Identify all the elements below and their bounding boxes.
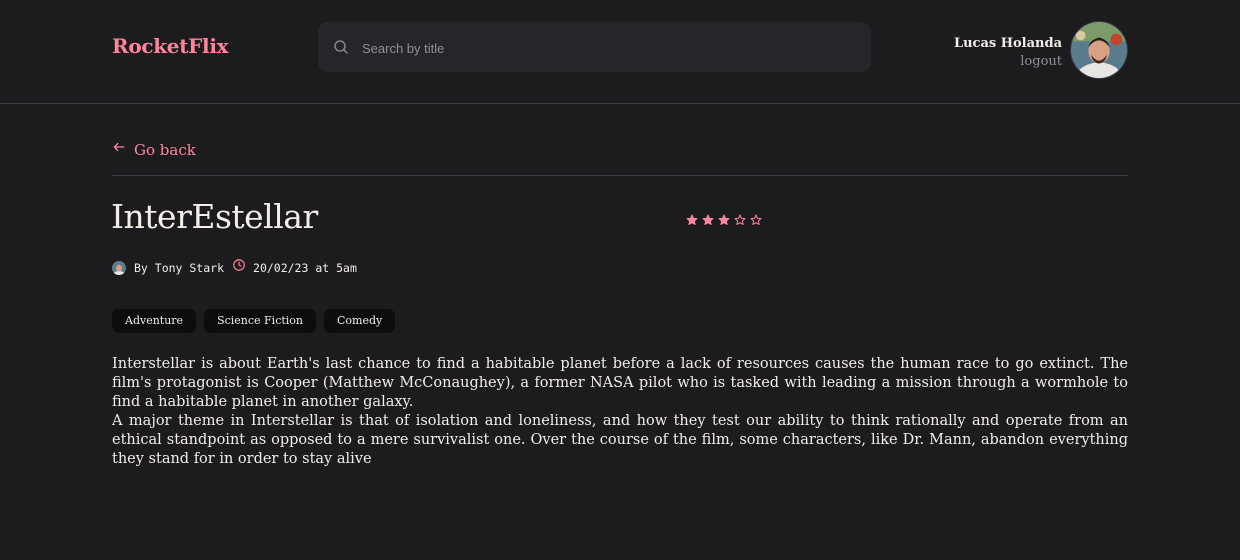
clock-icon xyxy=(233,259,245,271)
post-datetime: 20/02/23 at 5am xyxy=(253,261,357,275)
search-input[interactable] xyxy=(360,22,859,74)
logout-link[interactable]: logout xyxy=(1020,54,1062,69)
search-icon xyxy=(334,40,348,54)
tag: Science Fiction xyxy=(204,309,317,333)
description-paragraph: A major theme in Interstellar is that of… xyxy=(112,413,1128,467)
star-filled-icon xyxy=(718,214,730,225)
movie-title: InterEstellar xyxy=(111,197,318,236)
section-divider xyxy=(112,175,1128,176)
star-outline-icon xyxy=(750,214,762,225)
go-back-link[interactable]: Go back xyxy=(112,141,196,159)
author-avatar xyxy=(112,261,126,275)
movie-description: Interstellar is about Earth's last chanc… xyxy=(112,355,1128,469)
app-logo[interactable]: RocketFlix xyxy=(112,34,229,58)
app-header: RocketFlix Lucas Holanda logout xyxy=(0,0,1240,104)
star-outline-icon xyxy=(734,214,746,225)
go-back-label: Go back xyxy=(134,141,196,159)
tag-list: Adventure Science Fiction Comedy xyxy=(112,309,396,333)
movie-meta: By Tony Stark 20/02/23 at 5am xyxy=(112,259,357,275)
description-paragraph: Interstellar is about Earth's last chanc… xyxy=(112,356,1128,410)
arrow-left-icon xyxy=(113,142,125,152)
star-filled-icon xyxy=(702,214,714,225)
author-name: By Tony Stark xyxy=(134,261,225,275)
tag: Adventure xyxy=(112,309,197,333)
user-name: Lucas Holanda xyxy=(953,36,1062,51)
search-bar[interactable] xyxy=(318,22,871,74)
avatar-photo xyxy=(1071,22,1127,78)
avatar[interactable] xyxy=(1070,21,1128,79)
star-rating xyxy=(686,214,762,226)
tag: Comedy xyxy=(324,309,396,333)
star-filled-icon xyxy=(686,214,698,225)
